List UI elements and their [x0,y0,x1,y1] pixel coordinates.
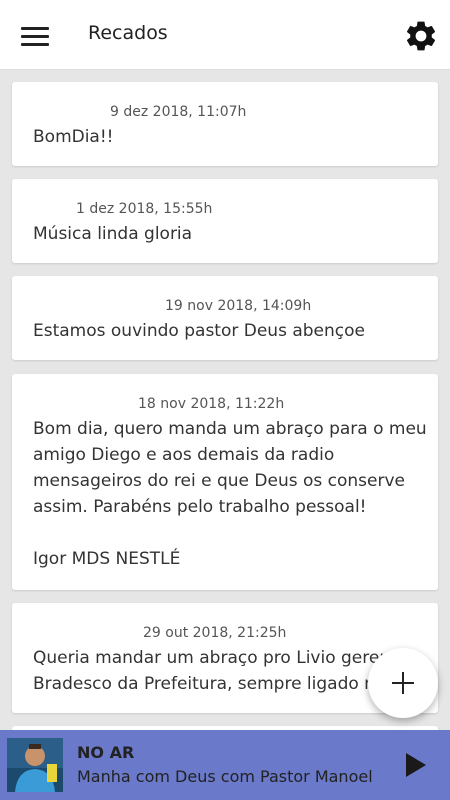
play-icon[interactable] [400,750,430,780]
show-thumbnail [7,738,63,792]
message-date: 19 nov 2018, 14:09h [165,298,312,314]
message-date: 18 nov 2018, 11:22h [138,396,285,412]
message-text: Música linda gloria [33,224,193,244]
message-date: 9 dez 2018, 11:07h [110,104,247,120]
plus-icon [392,672,414,694]
message-date: 29 out 2018, 21:25h [143,625,287,641]
now-playing-bar[interactable]: NO AR Manha com Deus com Pastor Manoel [0,730,450,800]
message-text: BomDia!! [33,127,114,147]
message-card[interactable]: 9 dez 2018, 11:07h BomDia!! [12,82,438,166]
app-bar: Recados [0,0,450,70]
add-message-button[interactable] [368,648,438,718]
show-title: Manha com Deus com Pastor Manoel [77,767,373,786]
hamburger-menu-icon[interactable] [18,20,52,50]
page-title: Recados [88,22,168,44]
messages-list[interactable]: 9 dez 2018, 11:07h BomDia!! 1 dez 2018, … [0,70,450,730]
message-text: Bom dia, quero manda um abraço para o me… [33,419,427,569]
message-date: 1 dez 2018, 15:55h [76,201,213,217]
message-text: Estamos ouvindo pastor Deus abençoe [33,321,365,341]
message-card[interactable]: 18 nov 2018, 11:22h Bom dia, quero manda… [12,374,438,590]
gear-icon[interactable] [403,18,439,54]
on-air-label: NO AR [77,743,135,762]
message-card[interactable]: 1 dez 2018, 15:55h Música linda gloria [12,179,438,263]
message-card[interactable]: 19 nov 2018, 14:09h Estamos ouvindo past… [12,276,438,360]
